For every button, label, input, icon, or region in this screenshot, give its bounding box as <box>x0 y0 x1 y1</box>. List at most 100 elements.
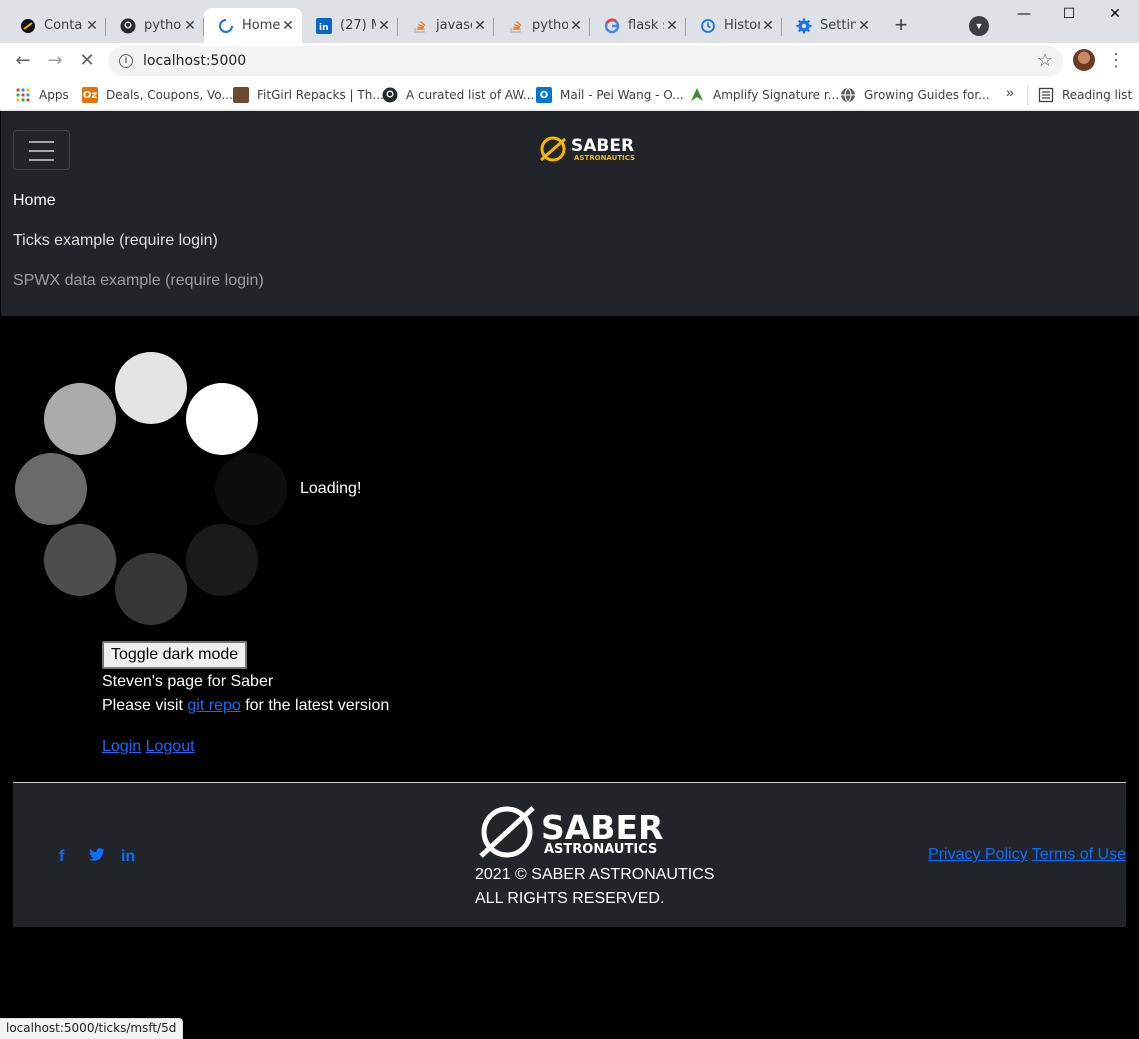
auth-links: Login Logout <box>102 738 195 756</box>
bookmark-apps[interactable]: Apps <box>15 84 69 106</box>
bookmark-growing-guides[interactable]: Growing Guides for... <box>840 84 990 106</box>
bookmark-mail[interactable]: O Mail - Pei Wang - O... <box>536 84 684 106</box>
linkedin-icon[interactable]: in <box>121 848 135 866</box>
url-text[interactable]: localhost:5000 <box>143 53 246 69</box>
github-icon <box>120 18 136 34</box>
tab-github-python[interactable]: pytho ✕ <box>106 8 204 43</box>
site-info-icon[interactable]: i <box>119 54 133 68</box>
page-content: SABER ASTRONAUTICS Home Ticks example (r… <box>0 111 1139 1039</box>
stackoverflow-icon <box>508 18 524 34</box>
tab-history[interactable]: Histor ✕ <box>686 8 782 43</box>
amplify-icon <box>689 87 705 103</box>
reading-list-icon <box>1038 87 1054 103</box>
bookmark-deals[interactable]: Oz Deals, Coupons, Vo... <box>82 84 233 106</box>
privacy-policy-link[interactable]: Privacy Policy <box>928 846 1028 863</box>
browser-toolbar: ← → ✕ i localhost:5000 ☆ <box>0 43 1139 79</box>
menu-kebab-icon[interactable]: ⋮ <box>1106 48 1126 72</box>
login-link[interactable]: Login <box>102 738 141 755</box>
reading-list-button[interactable]: Reading list <box>1038 84 1132 106</box>
bookmark-fitgirl[interactable]: FitGirl Repacks | Th... <box>233 84 384 106</box>
stackoverflow-icon <box>412 18 428 34</box>
linkedin-icon: in <box>316 17 332 34</box>
tab-home[interactable]: Home ✕ <box>204 8 302 43</box>
visit-suffix: for the latest version <box>245 697 390 714</box>
tab-settings[interactable]: Settin ✕ <box>782 8 878 43</box>
more-bookmarks-button[interactable]: » <box>1006 84 1014 100</box>
spinner-dot <box>115 553 187 625</box>
tab-contact[interactable]: Conta ✕ <box>6 8 106 43</box>
tagline: Steven's page for Saber <box>102 673 274 690</box>
browser-chrome: Conta ✕ pytho ✕ Home ✕ in (27) M ✕ <box>0 0 1139 111</box>
bookmark-star-icon[interactable]: ☆ <box>1037 50 1053 71</box>
loading-spinner <box>14 352 287 625</box>
saber-footer-logo: SABER ASTRONAUTICS <box>477 804 681 860</box>
spinner-dot <box>186 383 258 455</box>
outlook-icon: O <box>536 87 552 103</box>
tab-title: javasc <box>436 18 472 33</box>
minimize-button[interactable]: — <box>1013 6 1035 26</box>
tab-search-icon[interactable]: ▼ <box>969 16 989 36</box>
close-icon[interactable]: ✕ <box>472 18 488 34</box>
bookmark-curated-list[interactable]: A curated list of AW... <box>382 84 534 106</box>
site-navbar: SABER ASTRONAUTICS Home Ticks example (r… <box>1 111 1139 316</box>
git-repo-link[interactable]: git repo <box>187 697 240 714</box>
profile-avatar[interactable] <box>1073 49 1095 71</box>
hamburger-menu-icon[interactable] <box>13 130 70 170</box>
bookmark-amplify[interactable]: Amplify Signature r... <box>689 84 839 106</box>
close-icon[interactable]: ✕ <box>568 18 584 34</box>
oz-icon: Oz <box>82 87 98 103</box>
bookmark-label: Apps <box>39 88 69 102</box>
bookmarks-bar: Apps Oz Deals, Coupons, Vo... FitGirl Re… <box>0 79 1139 111</box>
back-arrow-icon[interactable]: ← <box>11 49 35 73</box>
tab-title: flask s <box>628 18 664 33</box>
saber-icon <box>20 18 36 34</box>
logout-link[interactable]: Logout <box>146 738 195 755</box>
address-bar[interactable]: i localhost:5000 ☆ <box>108 46 1063 76</box>
close-icon[interactable]: ✕ <box>376 18 392 34</box>
nav-ticks-link[interactable]: Ticks example (require login) <box>13 232 218 250</box>
spinner-dot <box>186 524 258 596</box>
brand-small-line1: SABER <box>571 136 634 156</box>
google-icon <box>604 18 620 34</box>
site-footer: f in SABER ASTRONAUTICS 2021 © SABER AST… <box>13 783 1126 927</box>
saber-brand-logo[interactable]: SABER ASTRONAUTICS <box>538 133 642 165</box>
close-icon[interactable]: ✕ <box>856 18 872 34</box>
tab-title: pytho <box>144 18 182 33</box>
bookmark-label: Growing Guides for... <box>864 88 990 102</box>
new-tab-button[interactable]: + <box>889 14 913 38</box>
close-icon[interactable]: ✕ <box>664 18 680 34</box>
close-icon[interactable]: ✕ <box>760 18 776 34</box>
nav-home-link[interactable]: Home <box>13 192 56 210</box>
tab-stackoverflow-python[interactable]: pytho ✕ <box>494 8 590 43</box>
close-icon[interactable]: ✕ <box>182 18 198 34</box>
forward-arrow-icon[interactable]: → <box>43 49 67 73</box>
tab-linkedin[interactable]: in (27) M ✕ <box>302 8 398 43</box>
rights-text: ALL RIGHTS RESERVED. <box>475 890 665 907</box>
footer-logo-line2: ASTRONAUTICS <box>544 842 657 857</box>
terms-of-use-link[interactable]: Terms of Use <box>1032 846 1126 863</box>
toggle-dark-mode-button[interactable]: Toggle dark mode <box>102 641 248 669</box>
stop-loading-icon[interactable]: ✕ <box>75 49 99 73</box>
maximize-button[interactable]: ☐ <box>1058 6 1080 26</box>
tab-strip: Conta ✕ pytho ✕ Home ✕ in (27) M ✕ <box>0 0 1139 43</box>
tab-title: Conta <box>44 18 83 33</box>
loading-spinner-icon <box>218 18 234 34</box>
tab-stackoverflow-javascript[interactable]: javasc ✕ <box>398 8 494 43</box>
close-icon[interactable]: ✕ <box>84 18 100 34</box>
facebook-icon[interactable]: f <box>59 848 64 866</box>
settings-gear-icon <box>796 18 812 34</box>
tab-google-flask[interactable]: flask s ✕ <box>590 8 686 43</box>
tab-title: pytho <box>532 18 568 33</box>
svg-text:in: in <box>319 23 329 33</box>
github-icon <box>382 87 398 103</box>
visit-prefix: Please visit <box>102 697 183 714</box>
spinner-dot <box>115 352 187 424</box>
nav-spwx-link[interactable]: SPWX data example (require login) <box>13 272 264 290</box>
spinner-dot <box>44 383 116 455</box>
twitter-icon[interactable] <box>89 848 105 867</box>
window-close-button[interactable]: ✕ <box>1104 6 1126 26</box>
spinner-dot <box>15 453 87 525</box>
tab-title: Histor <box>724 18 760 33</box>
close-icon[interactable]: ✕ <box>280 18 296 34</box>
tab-title: Home <box>242 18 280 33</box>
